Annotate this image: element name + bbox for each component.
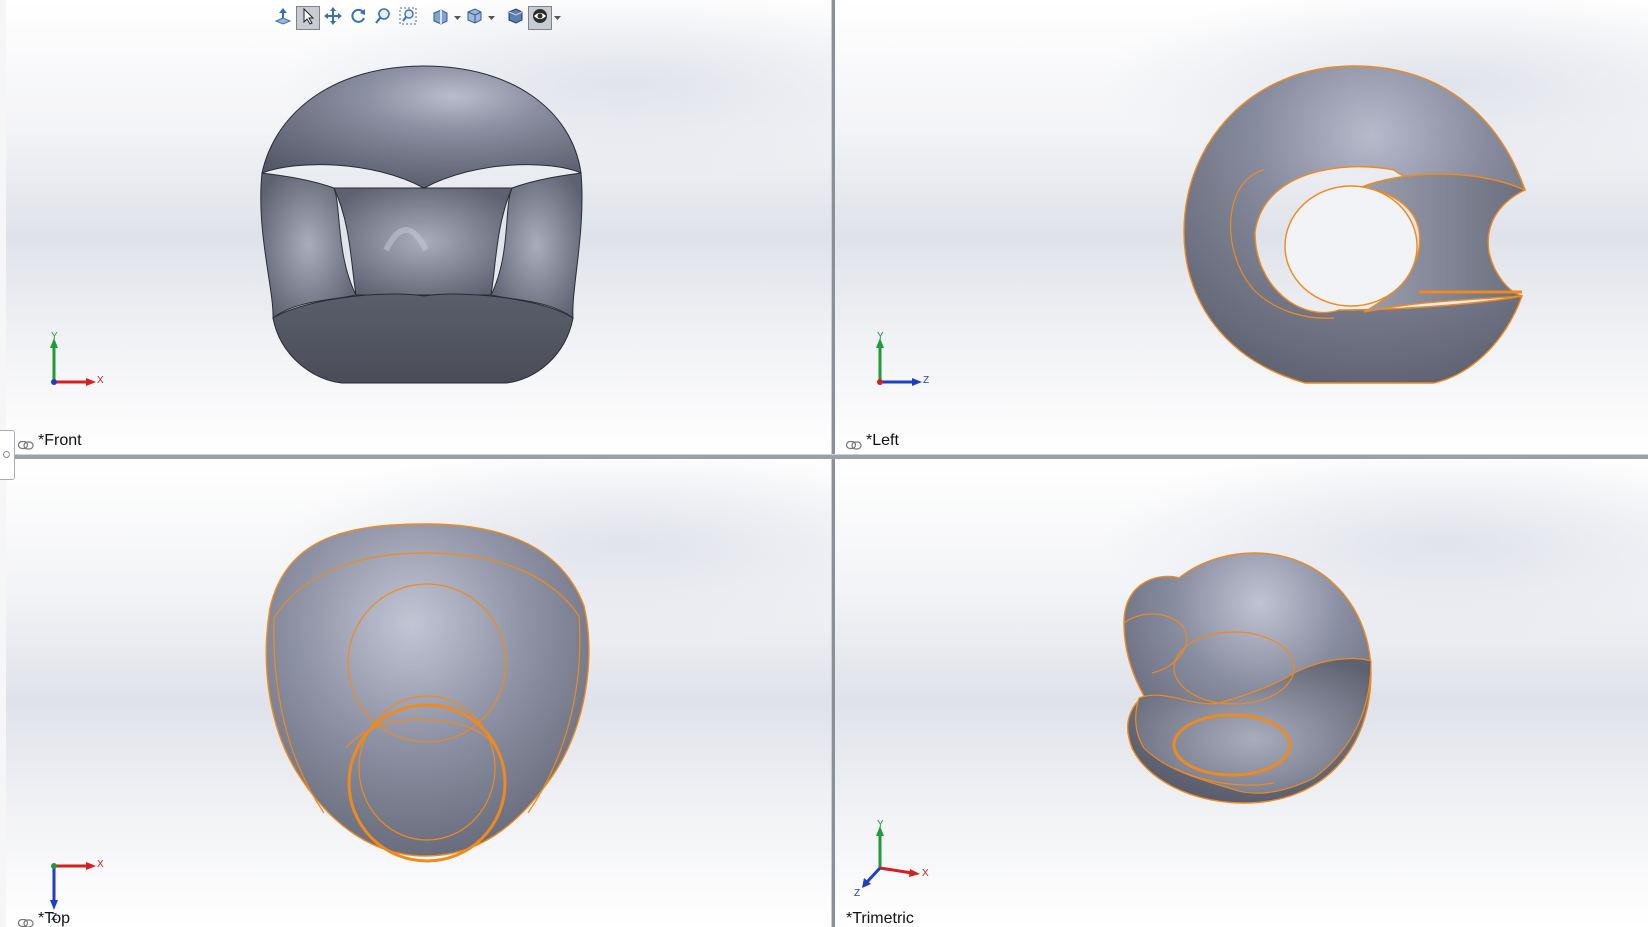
zoom-to-area-button[interactable] xyxy=(371,6,395,30)
hide-show-items-button[interactable] xyxy=(528,6,552,30)
view-orientation-button[interactable] xyxy=(462,6,486,30)
display-style-icon xyxy=(506,7,524,29)
view-name: *Front xyxy=(38,432,82,449)
view-name: *Left xyxy=(866,432,899,449)
triad-front: Y X xyxy=(50,331,104,386)
solidworks-four-view-window: Y X *Front Y Z *Left Z X *Top Y X Z *Tri… xyxy=(0,0,1648,927)
triad-x-arrow xyxy=(86,378,96,386)
normal-to-icon xyxy=(274,7,292,29)
normal-to-button[interactable] xyxy=(271,6,295,30)
triad-origin xyxy=(51,379,57,385)
pan-icon xyxy=(324,7,342,29)
display-style-button[interactable] xyxy=(503,6,527,30)
link-views-icon[interactable] xyxy=(845,437,862,450)
triad-x-label: X xyxy=(922,868,929,879)
vertical-viewport-splitter[interactable] xyxy=(831,0,835,927)
triad-top: Z X xyxy=(50,859,104,923)
link-views-icon[interactable] xyxy=(17,915,34,927)
chevron-down-icon[interactable] xyxy=(487,6,495,30)
triad-z-arrow xyxy=(50,900,58,910)
view-label-top[interactable]: *Top xyxy=(17,910,71,927)
hide-show-items-icon xyxy=(531,7,549,29)
select-pointer-button[interactable] xyxy=(296,6,320,30)
triad-y-label: Y xyxy=(877,331,884,342)
triad-trimetric: Y X Z xyxy=(854,819,929,899)
view-label-front[interactable]: *Front xyxy=(17,432,82,450)
horizontal-viewport-splitter[interactable] xyxy=(0,454,1648,459)
pan-button[interactable] xyxy=(321,6,345,30)
zoom-to-selection-icon xyxy=(399,7,417,29)
section-view-button[interactable] xyxy=(428,6,452,30)
triad-x-label: X xyxy=(97,859,104,870)
view-label-trimetric[interactable]: *Trimetric xyxy=(846,910,914,927)
triad-x-arrow xyxy=(909,869,920,877)
section-view-icon xyxy=(431,7,449,29)
heads-up-view-toolbar xyxy=(271,5,561,31)
triad-origin xyxy=(51,863,57,869)
view-name: *Trimetric xyxy=(846,910,914,927)
triad-x-axis xyxy=(879,866,913,875)
triad-x-label: X xyxy=(97,375,104,386)
triad-y-label: Y xyxy=(51,331,58,342)
view-name: *Top xyxy=(38,910,71,927)
rotate-button[interactable] xyxy=(346,6,370,30)
rotate-icon xyxy=(349,7,367,29)
triad-z-axis xyxy=(865,866,882,884)
triad-left: Y Z xyxy=(876,331,929,386)
viewport-top[interactable]: Z X *Top xyxy=(6,458,831,927)
link-views-icon[interactable] xyxy=(17,437,34,450)
viewport-left[interactable]: Y Z *Left xyxy=(834,0,1648,454)
viewport-front[interactable]: Y X *Front xyxy=(6,0,831,454)
viewport-trimetric[interactable]: Y X Z *Trimetric xyxy=(834,458,1648,927)
triad-y-label: Y xyxy=(877,819,884,830)
chevron-down-icon[interactable] xyxy=(553,6,561,30)
view-orientation-icon xyxy=(465,7,483,29)
triad-x-arrow xyxy=(86,862,96,870)
zoom-to-selection-button[interactable] xyxy=(396,6,420,30)
select-pointer-icon xyxy=(299,7,317,29)
triad-z-label: Z xyxy=(923,375,929,386)
triad-z-arrow xyxy=(912,378,922,386)
triad-origin xyxy=(877,379,883,385)
zoom-to-area-icon xyxy=(374,7,392,29)
feature-manager-collapse-handle[interactable] xyxy=(0,430,15,480)
view-label-left[interactable]: *Left xyxy=(845,432,899,450)
triad-z-label: Z xyxy=(854,888,860,899)
chevron-down-icon[interactable] xyxy=(453,6,461,30)
